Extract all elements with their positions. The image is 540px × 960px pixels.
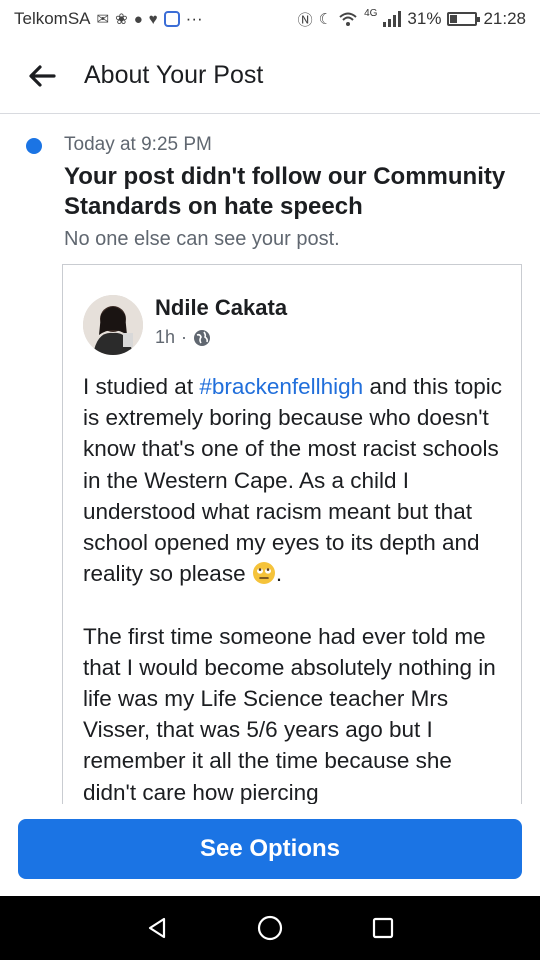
post-text-segment: .: [275, 561, 283, 587]
status-bar-left: TelkomSA ✉ ❀ ● ♥ ···: [14, 9, 203, 29]
rolling-eyes-emoji-icon: [252, 562, 275, 585]
hashtag-link[interactable]: #brackenfellhigh: [199, 374, 363, 399]
square-recents-icon: [373, 917, 394, 939]
status-bar: TelkomSA ✉ ❀ ● ♥ ··· Ⓝ ☾ 4G 31% 21:28: [0, 0, 540, 38]
network-type-label: 4G: [364, 7, 378, 19]
post-age: 1h: [155, 327, 176, 347]
nav-back-button[interactable]: [137, 908, 177, 948]
carrier-name: TelkomSA: [14, 9, 91, 28]
notice-timestamp: Today at 9:25 PM: [64, 134, 212, 155]
notice-title: Your post didn't follow our Community St…: [64, 163, 506, 220]
post-meta: 1h ·: [155, 327, 211, 348]
globe-icon: [194, 329, 211, 346]
mail-icon: ✉: [96, 11, 110, 28]
unread-dot-icon: [26, 138, 42, 154]
post-author[interactable]: Ndile Cakata: [155, 295, 287, 321]
app-header: About Your Post: [0, 38, 540, 114]
nfc-icon: Ⓝ: [297, 11, 313, 29]
nav-recents-button[interactable]: [363, 908, 403, 948]
circle-home-icon: [257, 915, 283, 941]
signal-icon: [383, 11, 402, 27]
see-options-button[interactable]: See Options: [18, 819, 522, 879]
back-button[interactable]: [0, 38, 84, 114]
post-text: I studied at #brackenfellhigh and this t…: [83, 371, 508, 804]
battery-percent: 31%: [407, 9, 442, 28]
battery-icon: [447, 12, 481, 26]
meta-separator: ·: [181, 327, 188, 347]
triangle-back-icon: [148, 917, 165, 939]
chat-icon: ●: [133, 10, 143, 28]
post-text-segment: and this topic is extremely boring becau…: [83, 374, 503, 587]
battery-fill: [450, 15, 458, 23]
location-icon: ♥: [148, 10, 158, 28]
post-paragraph: I studied at #brackenfellhigh and this t…: [83, 371, 508, 589]
system-navigation-bar: [0, 896, 540, 960]
page-title: About Your Post: [84, 61, 264, 89]
wifi-icon: [339, 12, 357, 26]
post-text-segment: I studied at: [83, 374, 200, 399]
do-not-disturb-icon: ☾: [318, 11, 333, 28]
nav-home-button[interactable]: [250, 908, 290, 948]
more-notifications-icon: ···: [185, 9, 203, 28]
notice-subtitle: No one else can see your post.: [64, 228, 340, 250]
profile-photo: [83, 295, 143, 355]
clock: 21:28: [483, 9, 526, 28]
app-notification-icon: ❀: [115, 11, 128, 28]
post-preview-card: Ndile Cakata 1h · I studied at #brackenf…: [62, 264, 522, 804]
app-icon: [163, 11, 180, 27]
arrow-left-icon: [29, 64, 56, 87]
status-bar-right: Ⓝ ☾ 4G 31% 21:28: [297, 7, 526, 30]
post-paragraph: The first time someone had ever told me …: [83, 623, 496, 804]
avatar[interactable]: [83, 295, 143, 355]
